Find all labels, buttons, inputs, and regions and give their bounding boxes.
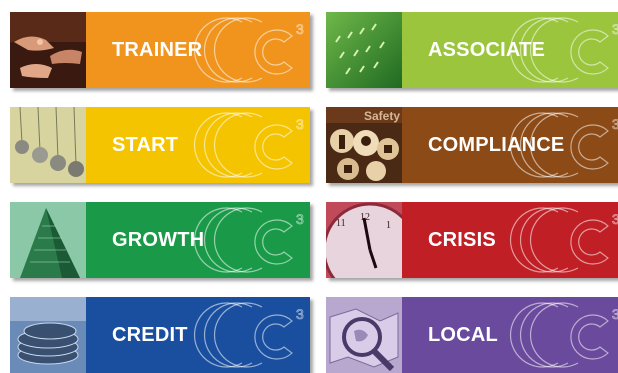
thumb-coins (10, 297, 86, 373)
logo-superscript: 3 (296, 211, 304, 227)
c3-logo-mark-icon: 3 (180, 107, 310, 183)
logo-superscript: 3 (612, 306, 618, 322)
tile-bar: CREDIT 3 (86, 297, 310, 373)
tile-label: CRISIS (428, 229, 496, 251)
tile-trainer[interactable]: TRAINER 3 (10, 12, 310, 88)
logo-superscript: 3 (296, 306, 304, 322)
tile-label: START (112, 134, 179, 156)
c3-logo-mark-icon: 3 (180, 297, 310, 373)
thumb-pendulum (10, 107, 86, 183)
thumb-magnifier-map (326, 297, 402, 373)
c3-logo-mark-icon: 3 (180, 12, 310, 88)
logo-superscript: 3 (612, 116, 618, 132)
tile-label: LOCAL (428, 324, 498, 346)
logo-superscript: 3 (296, 116, 304, 132)
thumb-handshake (10, 12, 86, 88)
tile-start[interactable]: START 3 (10, 107, 310, 183)
tile-bar: COMPLIANCE 3 (402, 107, 618, 183)
thumb-green-grass (326, 12, 402, 88)
tile-crisis[interactable]: 11 12 1 CRISIS 3 (326, 202, 618, 278)
tile-associate[interactable]: ASSOCIATE 3 (326, 12, 618, 88)
svg-text:1: 1 (386, 220, 391, 231)
c3-logo-mark-icon: 3 (496, 107, 618, 183)
tile-compliance[interactable]: Safety COMPLIANCE 3 (326, 107, 618, 183)
logo-superscript: 3 (612, 21, 618, 37)
tile-credit[interactable]: CREDIT 3 (10, 297, 310, 373)
tile-local[interactable]: LOCAL 3 (326, 297, 618, 373)
tile-bar: GROWTH 3 (86, 202, 310, 278)
svg-text:Safety: Safety (364, 109, 400, 123)
tile-bar: CRISIS 3 (402, 202, 618, 278)
c3-logo-mark-icon: 3 (180, 202, 310, 278)
c3-logo-mark-icon: 3 (496, 202, 618, 278)
thumb-clock: 11 12 1 (326, 202, 402, 278)
svg-text:11: 11 (336, 218, 346, 229)
tile-bar: START 3 (86, 107, 310, 183)
tile-bar: LOCAL 3 (402, 297, 618, 373)
tile-growth[interactable]: GROWTH 3 (10, 202, 310, 278)
tile-bar: ASSOCIATE 3 (402, 12, 618, 88)
logo-superscript: 3 (612, 211, 618, 227)
logo-superscript: 3 (296, 21, 304, 37)
c3-logo-mark-icon: 3 (496, 12, 618, 88)
tile-bar: TRAINER 3 (86, 12, 310, 88)
thumb-skyscraper (10, 202, 86, 278)
c3-logo-mark-icon: 3 (496, 297, 618, 373)
tile-label: CREDIT (112, 324, 188, 346)
thumb-safety-signs: Safety (326, 107, 402, 183)
